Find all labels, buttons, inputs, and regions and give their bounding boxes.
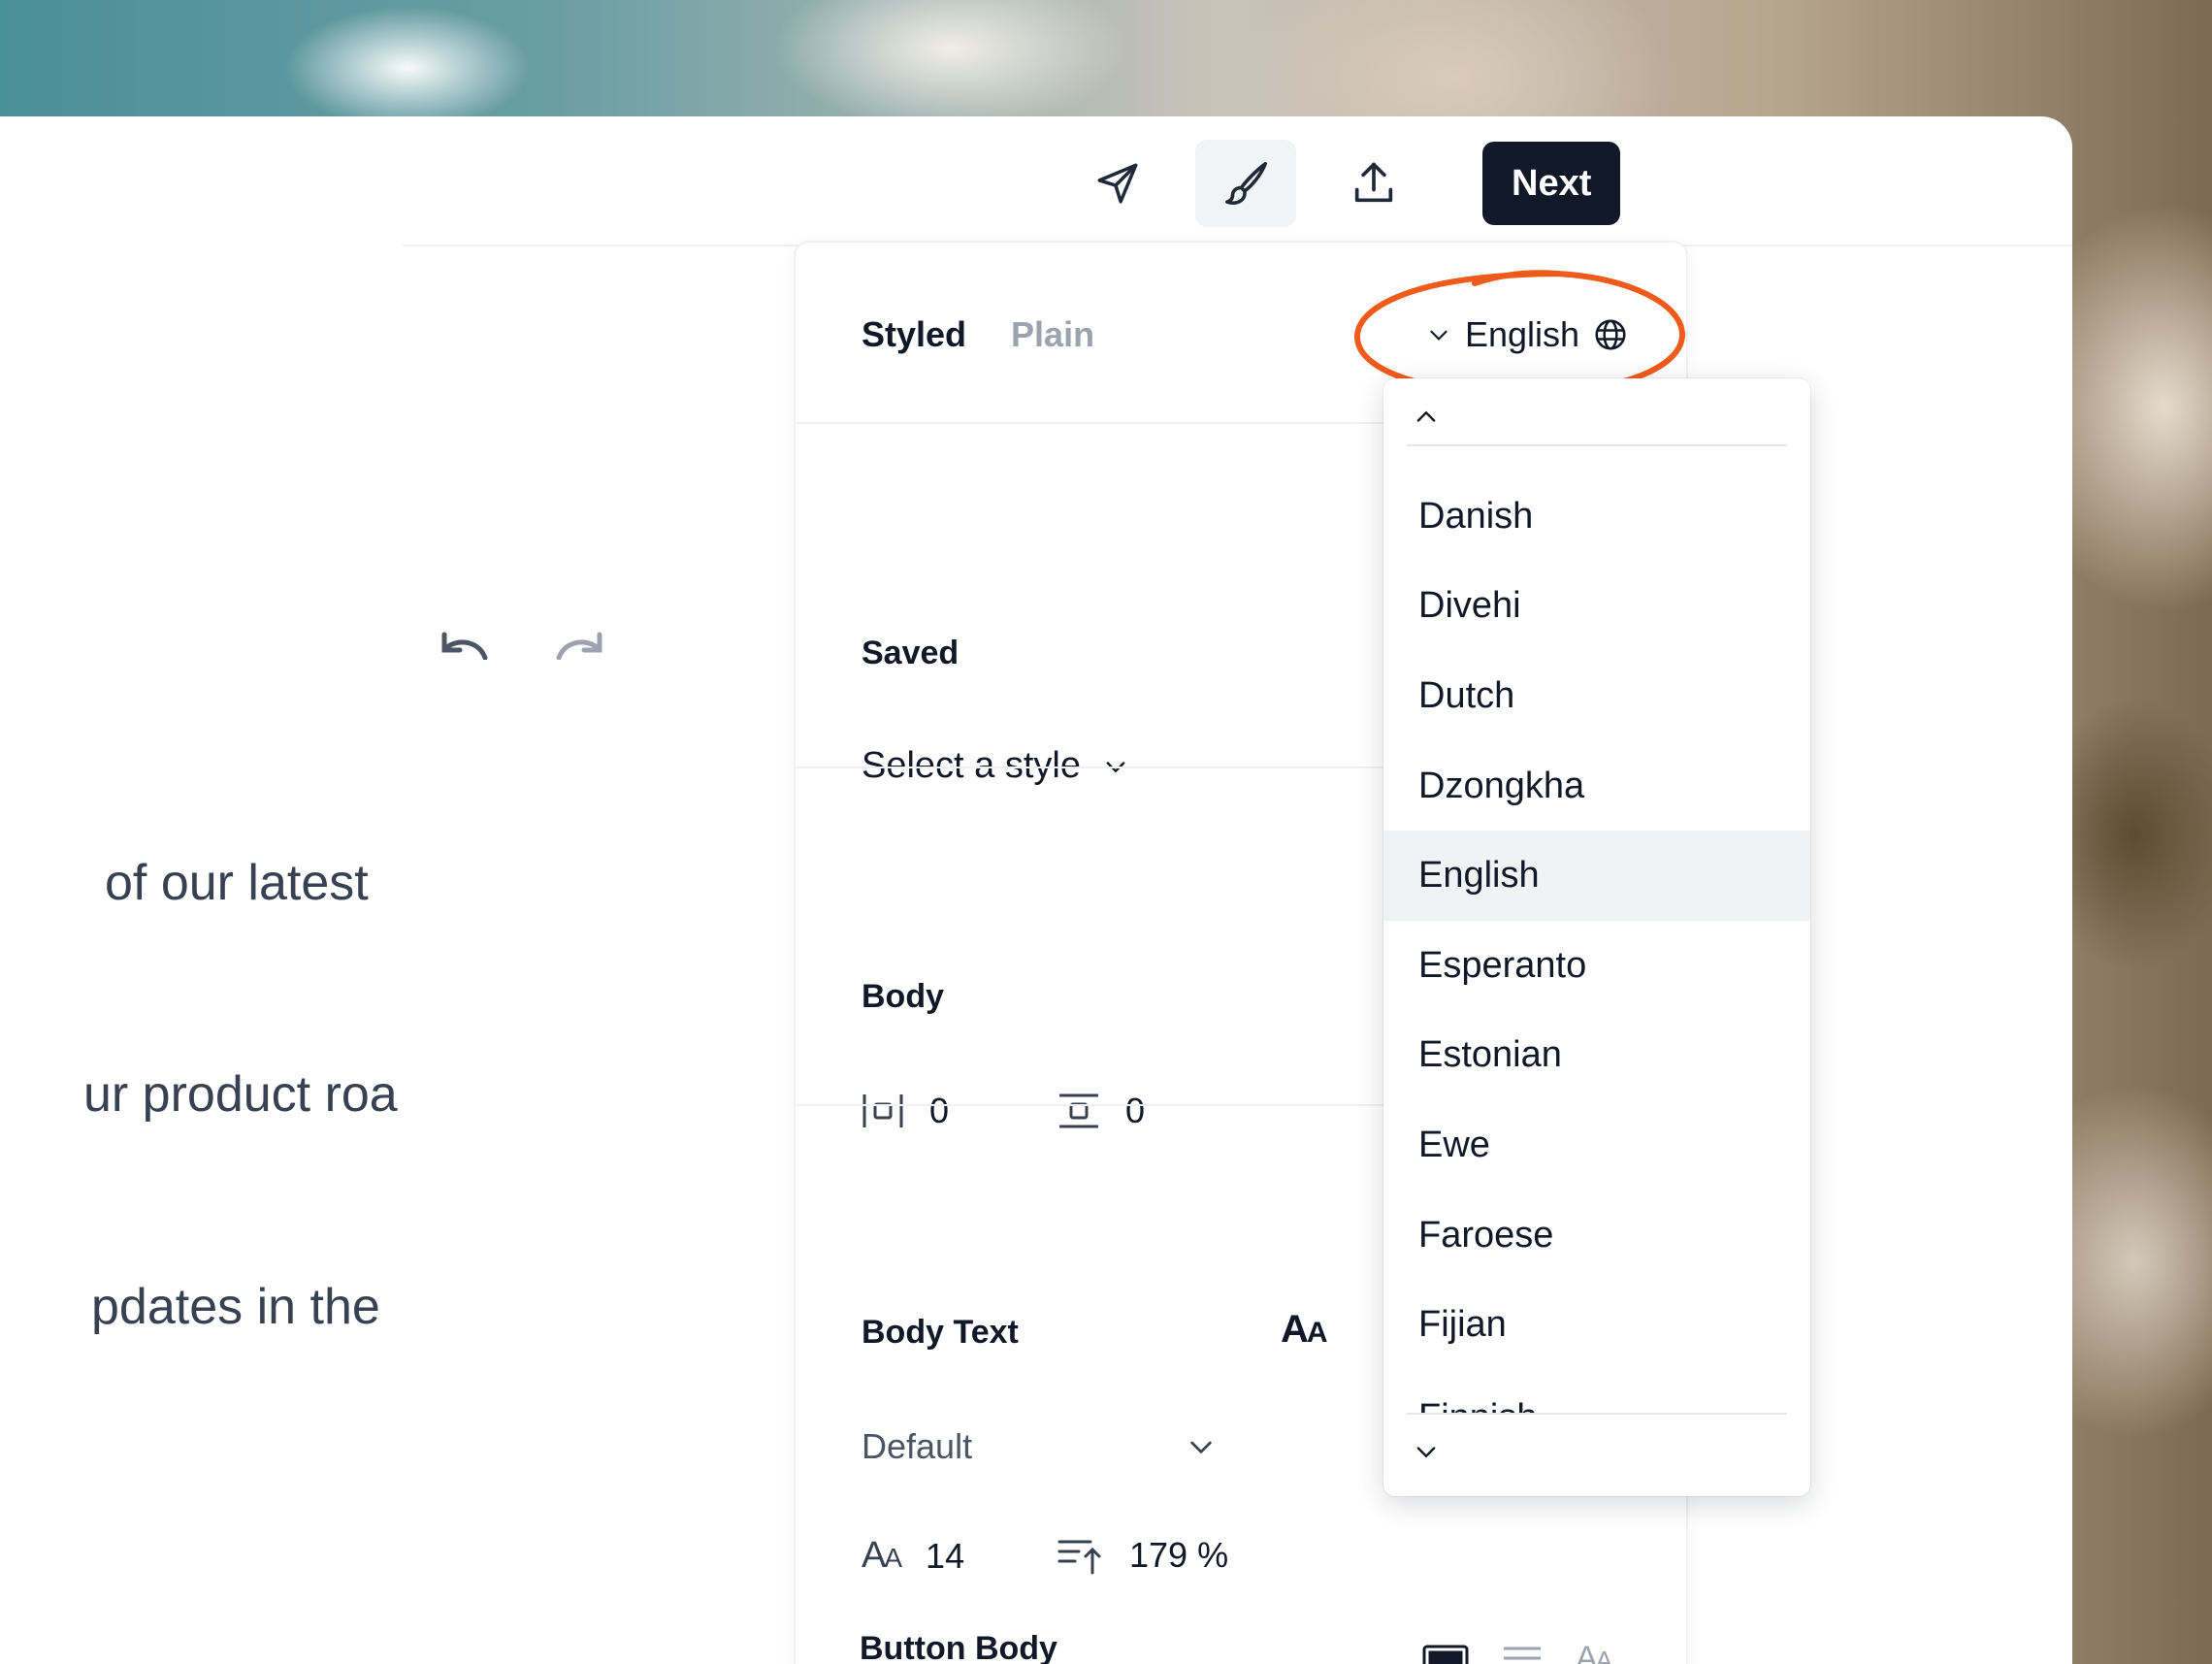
top-toolbar: Next xyxy=(1067,132,1621,235)
font-size-field[interactable]: AA 14 xyxy=(862,1535,964,1577)
canvas-text-line: ur product roa xyxy=(83,1066,398,1123)
dropdown-divider xyxy=(1407,1413,1787,1415)
font-size-value: 14 xyxy=(926,1535,965,1576)
language-dropdown: Danish Divehi Dutch Dzongkha English Esp… xyxy=(1383,378,1810,1496)
canvas-text-line: of our latest xyxy=(105,855,369,911)
language-option[interactable]: Divehi xyxy=(1383,562,1810,652)
send-icon xyxy=(1097,163,1138,204)
language-option[interactable]: Fijian xyxy=(1383,1280,1810,1370)
language-current: English xyxy=(1465,314,1580,354)
chevron-down-icon xyxy=(1416,1447,1436,1458)
undo-icon[interactable] xyxy=(437,631,491,660)
vertical-padding-icon xyxy=(1059,1093,1098,1128)
horizontal-padding-icon xyxy=(862,1094,903,1127)
saved-section-title: Saved xyxy=(862,635,960,671)
line-height-icon xyxy=(1057,1540,1101,1575)
horizontal-padding-field[interactable]: 0 xyxy=(862,1091,949,1131)
redo-icon[interactable] xyxy=(553,631,607,660)
language-option[interactable]: Ewe xyxy=(1383,1100,1810,1191)
chevron-down-icon xyxy=(1190,1441,1212,1454)
body-text-section-title: Body Text xyxy=(862,1314,1019,1351)
paintbrush-icon xyxy=(1225,161,1268,205)
button-body-section-title: Button Body xyxy=(860,1630,1057,1664)
language-option-partial-label: Finnish xyxy=(1418,1397,1538,1413)
dropdown-divider xyxy=(1407,444,1787,446)
language-option[interactable]: Dzongkha xyxy=(1383,741,1810,832)
export-button[interactable] xyxy=(1323,140,1424,227)
font-family-select[interactable]: Default xyxy=(862,1426,1217,1467)
language-list: Danish Divehi Dutch Dzongkha English Esp… xyxy=(1383,472,1810,1370)
tab-styled[interactable]: Styled xyxy=(862,314,966,355)
language-option[interactable]: Danish xyxy=(1383,472,1810,562)
send-button[interactable] xyxy=(1067,140,1168,227)
style-brush-button[interactable] xyxy=(1195,140,1296,227)
line-height-value: 179 % xyxy=(1129,1535,1229,1575)
vertical-padding-value: 0 xyxy=(1125,1091,1146,1130)
scroll-up-button[interactable] xyxy=(1407,398,1446,437)
button-body-tools: AA xyxy=(1422,1640,1612,1664)
font-size-icon: AA xyxy=(862,1535,902,1576)
font-family-value: Default xyxy=(862,1426,973,1466)
language-option[interactable]: Esperanto xyxy=(1383,921,1810,1011)
language-option[interactable]: Dutch xyxy=(1383,651,1810,741)
text-case-icon[interactable]: AA xyxy=(1576,1640,1612,1664)
language-selector[interactable]: English xyxy=(1426,314,1628,355)
text-case-icon[interactable]: AA xyxy=(1281,1308,1328,1352)
canvas-text-line: pdates in the xyxy=(91,1279,380,1335)
chevron-down-icon xyxy=(1430,330,1448,341)
language-option-selected[interactable]: English xyxy=(1383,831,1810,921)
button-fill-icon[interactable] xyxy=(1422,1645,1469,1664)
line-height-field[interactable]: 179 % xyxy=(1057,1535,1228,1576)
globe-icon xyxy=(1595,319,1626,350)
body-section-title: Body xyxy=(862,978,944,1015)
upload-icon xyxy=(1354,162,1393,203)
tab-plain[interactable]: Plain xyxy=(1011,314,1094,355)
style-mode-tabs: Styled Plain xyxy=(862,314,1094,355)
scroll-down-button[interactable] xyxy=(1407,1432,1446,1471)
language-option[interactable]: Estonian xyxy=(1383,1011,1810,1101)
horizontal-padding-value: 0 xyxy=(929,1091,950,1130)
language-option-partial[interactable]: Finnish xyxy=(1418,1397,1538,1413)
next-button[interactable]: Next xyxy=(1482,142,1621,225)
language-option[interactable]: Faroese xyxy=(1383,1191,1810,1281)
vertical-padding-field[interactable]: 0 xyxy=(1057,1091,1145,1131)
align-icon[interactable] xyxy=(1502,1645,1543,1664)
history-controls xyxy=(437,631,607,660)
chevron-up-icon xyxy=(1416,410,1436,422)
